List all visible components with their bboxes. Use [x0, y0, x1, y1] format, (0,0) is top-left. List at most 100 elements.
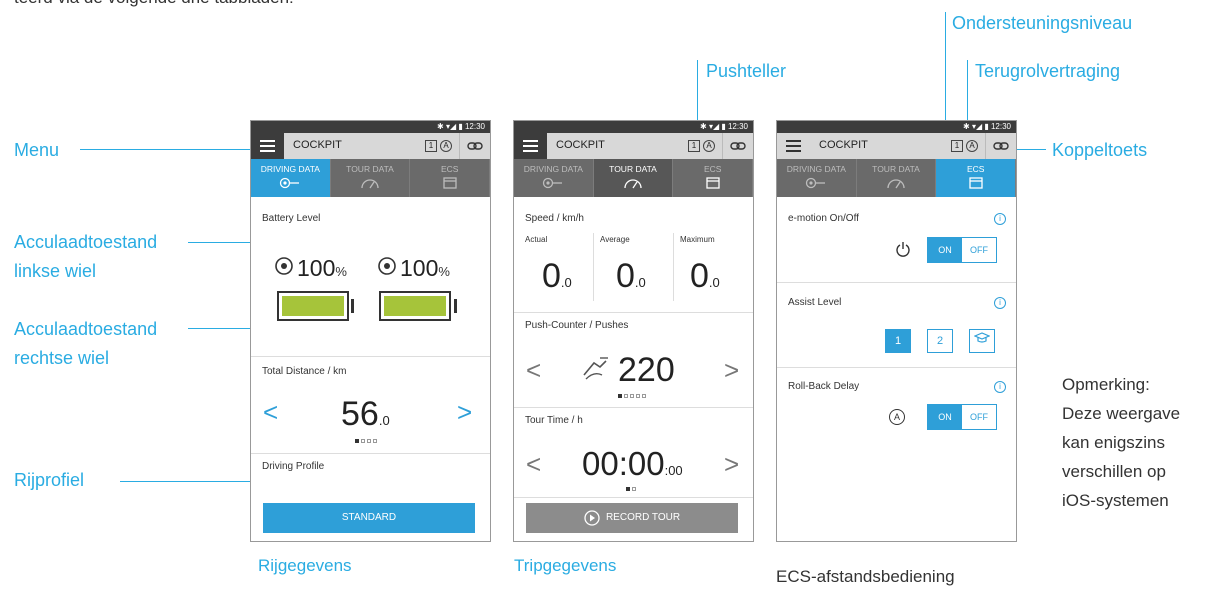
tab-ecs[interactable]: ECS — [936, 159, 1016, 197]
graduation-cap-icon — [973, 332, 991, 343]
speedometer-icon — [624, 179, 642, 189]
rollback-off[interactable]: OFF — [962, 405, 996, 429]
battery-right-readout: 100 % — [376, 255, 450, 282]
battery-left-value: 100 — [297, 255, 336, 281]
speed-average-label: Average — [600, 235, 630, 244]
couple-button[interactable] — [985, 133, 1016, 159]
divider — [514, 497, 753, 498]
rollback-toggle[interactable]: ON OFF — [927, 404, 997, 430]
tab-ecs[interactable]: ECS — [410, 159, 490, 197]
callout-battery-left: Acculaadtoestand linkse wiel — [14, 228, 157, 286]
battery-right-unit: % — [438, 264, 450, 279]
callout-battery-left-line2: linkse wiel — [14, 260, 97, 281]
rollback-on[interactable]: ON — [928, 405, 962, 429]
distance-next-arrow[interactable]: > — [457, 399, 472, 425]
battery-right-bar — [379, 291, 451, 321]
push-counter-label: Push-Counter / Pushes — [525, 320, 629, 331]
tab-driving-data[interactable]: DRIVING DATA — [514, 159, 594, 197]
speed-average-int: 0 — [616, 257, 635, 295]
speed-average-value: 0.0 — [616, 257, 646, 296]
distance-prev-arrow[interactable]: < — [263, 399, 278, 425]
phone-ecs: ✱ ▾◢ ▮ 12:30 COCKPIT 1 A DRIVING DATA TO… — [776, 120, 1017, 542]
note: Opmerking: Deze weergave kan enigszins v… — [1062, 370, 1180, 515]
time-next-arrow[interactable]: > — [724, 451, 739, 477]
tab-tour-data-label: TOUR DATA — [346, 164, 394, 174]
callout-push-counter: Pushteller — [706, 61, 787, 81]
tab-ecs[interactable]: ECS — [673, 159, 753, 197]
push-next-arrow[interactable]: > — [724, 357, 739, 383]
tour-time-sec: :00 — [664, 463, 683, 478]
assist-info-icon[interactable]: i — [994, 297, 1006, 309]
menu-button[interactable] — [251, 133, 284, 159]
driving-profile-label: Driving Profile — [262, 461, 325, 472]
time-page-dots — [626, 487, 636, 491]
total-distance-label: Total Distance / km — [262, 366, 347, 377]
emotion-on[interactable]: ON — [928, 238, 962, 262]
assist-level-2-button[interactable]: 2 — [927, 329, 953, 353]
battery-right-value: 100 — [400, 255, 439, 281]
remote-icon — [706, 177, 720, 189]
push-prev-arrow[interactable]: < — [526, 357, 541, 383]
tab-driving-data-label: DRIVING DATA — [786, 164, 846, 174]
record-tour-label: RECORD TOUR — [605, 512, 681, 523]
push-counter-value: 220 — [618, 351, 675, 389]
tab-tour-data[interactable]: TOUR DATA — [331, 159, 411, 197]
status-time: 12:30 — [990, 122, 1011, 131]
assist-level-learn-button[interactable] — [969, 329, 995, 353]
callout-battery-right: Acculaadtoestand rechtse wiel — [14, 315, 157, 373]
speed-average-dec: .0 — [634, 275, 646, 290]
link-icon — [730, 142, 746, 150]
battery-left-readout: 100 % — [273, 255, 347, 282]
couple-button[interactable] — [722, 133, 753, 159]
tab-driving-data-label: DRIVING DATA — [260, 164, 320, 174]
battery-left-bar — [277, 291, 349, 321]
push-hand-icon — [583, 357, 608, 380]
menu-button[interactable] — [777, 133, 810, 159]
callout-rollback: Terugrolvertraging — [975, 61, 1121, 81]
emotion-toggle[interactable]: ON OFF — [927, 237, 997, 263]
note-line: iOS-systemen — [1062, 491, 1169, 510]
emotion-off[interactable]: OFF — [962, 238, 996, 262]
status-bar: ✱ ▾◢ ▮ 12:30 — [251, 121, 490, 133]
speed-label: Speed / km/h — [525, 213, 584, 224]
tab-tour-data[interactable]: TOUR DATA — [593, 159, 674, 197]
tab-tour-data[interactable]: TOUR DATA — [857, 159, 937, 197]
speedometer-icon — [361, 179, 379, 189]
tab-driving-data[interactable]: DRIVING DATA — [777, 159, 857, 197]
record-tour-button[interactable]: RECORD TOUR — [526, 503, 738, 533]
couple-button[interactable] — [459, 133, 490, 159]
tab-bar: DRIVING DATA TOUR DATA ECS — [777, 159, 1016, 197]
speed-maximum-label: Maximum — [680, 235, 715, 244]
speed-maximum-value: 0.0 — [690, 257, 720, 296]
callout-battery-right-line2: rechtse wiel — [14, 347, 110, 368]
assist-level-1-button[interactable]: 1 — [885, 329, 911, 353]
speed-maximum-dec: .0 — [708, 275, 720, 290]
driving-content: Battery Level 100 % 100 % Total Distance… — [251, 197, 490, 541]
callout-battery-right-line1: Acculaadtoestand — [14, 319, 158, 339]
time-prev-arrow[interactable]: < — [526, 451, 541, 477]
assist-level-label: Assist Level — [788, 297, 842, 308]
support-level-badge: 1 — [951, 140, 963, 152]
battery-left-fill — [282, 296, 344, 316]
tour-time-value: 00:00:00 — [582, 445, 683, 483]
support-level-badge: 1 — [425, 140, 437, 152]
speed-actual-label: Actual — [525, 235, 548, 244]
rollback-badge: A — [703, 140, 715, 152]
rollback-icon: A — [889, 409, 905, 425]
app-title: COCKPIT — [819, 139, 868, 151]
emotion-info-icon[interactable]: i — [994, 213, 1006, 225]
note-line: Opmerking: — [1062, 375, 1150, 394]
tab-driving-data[interactable]: DRIVING DATA — [251, 159, 331, 197]
status-time: 12:30 — [464, 122, 485, 131]
speed-actual-dec: .0 — [560, 275, 572, 290]
menu-button[interactable] — [514, 133, 547, 159]
tab-tour-data-label: TOUR DATA — [872, 164, 920, 174]
divider — [251, 356, 490, 357]
app-bar: COCKPIT 1 A — [777, 133, 1016, 159]
speed-actual-value: 0.0 — [542, 257, 572, 296]
divider — [514, 312, 753, 313]
standard-profile-button[interactable]: STANDARD — [263, 503, 475, 533]
status-bar: ✱ ▾◢ ▮ 12:30 — [777, 121, 1016, 133]
wheel-icon — [543, 177, 563, 189]
rollback-info-icon[interactable]: i — [994, 381, 1006, 393]
